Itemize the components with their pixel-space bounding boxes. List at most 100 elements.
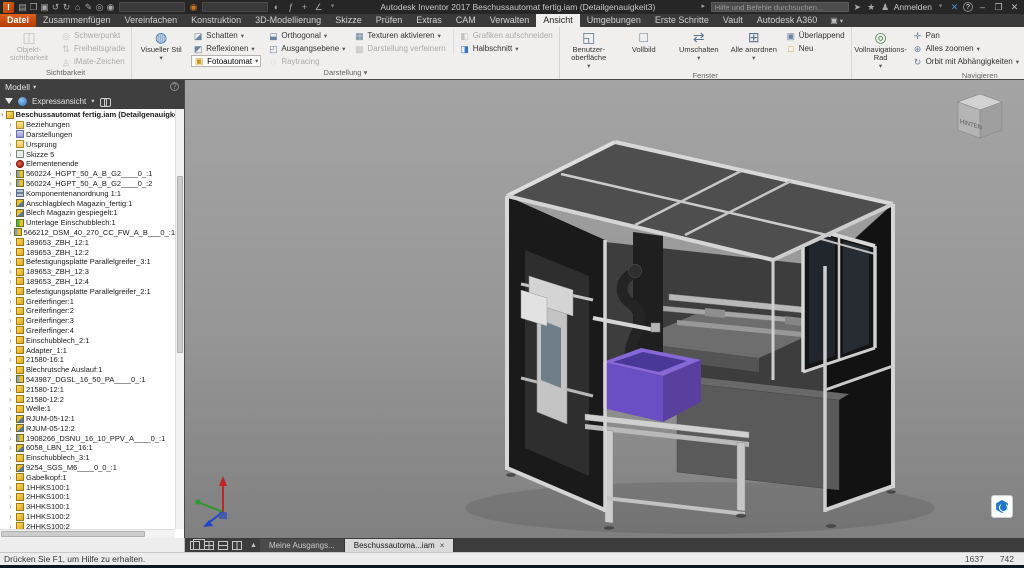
sketch-icon[interactable]: ✎	[83, 1, 94, 13]
orthogonal-button[interactable]: ⬓Orthogonal▾	[266, 29, 347, 42]
plus-icon[interactable]: +	[299, 1, 310, 13]
grafiken-aufschneiden-button[interactable]: ◧Grafiken aufschneiden	[458, 29, 555, 42]
expand-arrow-icon[interactable]: ›	[9, 492, 14, 501]
sign-in-caret-icon[interactable]: ▾	[935, 1, 946, 13]
save-icon[interactable]: ▣	[39, 1, 50, 13]
tab-ansicht[interactable]: Ansicht	[536, 14, 580, 27]
tree-node[interactable]: ›6058_LBN_12_16:1	[0, 443, 175, 453]
expand-arrow-icon[interactable]: ›	[9, 316, 14, 325]
tree-node[interactable]: ›Welle:1	[0, 404, 175, 414]
expand-arrow-icon[interactable]: ›	[9, 277, 14, 286]
machine-3d-model[interactable]: HINTEN	[185, 80, 1024, 538]
redo-icon[interactable]: ↻	[61, 1, 72, 13]
doc-tab-close-icon[interactable]: ×	[440, 541, 445, 550]
expand-arrow-icon[interactable]: ›	[9, 502, 14, 511]
expand-arrow-icon[interactable]: ›	[1, 110, 4, 119]
expand-arrow-icon[interactable]: ›	[9, 375, 14, 384]
tree-node-label[interactable]: Skizze 5	[26, 150, 54, 159]
tree-node-label[interactable]: Anschlagblech Magazin_fertig:1	[26, 199, 132, 208]
tree-node-label[interactable]: 1908266_DSNU_16_10_PPV_A____0_:1	[26, 434, 165, 443]
expand-arrow-icon[interactable]: ›	[9, 208, 14, 217]
tile-vertical-icon[interactable]	[232, 541, 242, 550]
tree-node[interactable]: ›2HHKS100:2	[0, 521, 175, 529]
tree-node-label[interactable]: Beziehungen	[26, 120, 70, 129]
tree-node-label[interactable]: Beschussautomat fertig.iam (Detailgenaui…	[16, 110, 175, 119]
close-button[interactable]: ✕	[1008, 2, 1021, 13]
tree-vertical-scrollbar[interactable]	[175, 109, 184, 529]
tree-node-label[interactable]: 21580-12:2	[26, 395, 64, 404]
expand-arrow-icon[interactable]: ›	[9, 120, 14, 129]
tree-node-label[interactable]: 189653_ZBH_12:4	[26, 277, 89, 286]
tree-node-label[interactable]: 2HHKS100:1	[26, 492, 70, 501]
tree-node[interactable]: ›Greiferfinger:4	[0, 326, 175, 336]
expand-arrow-icon[interactable]: ›	[9, 336, 14, 345]
adjust-icon[interactable]: ◐	[271, 1, 282, 13]
expand-arrow-icon[interactable]: ›	[9, 287, 14, 296]
express-view-button[interactable]: Expressansicht	[32, 97, 86, 106]
tile-horizontal-icon[interactable]	[218, 541, 228, 550]
expand-arrow-icon[interactable]: ›	[9, 306, 14, 315]
tree-node[interactable]: › Einschubblech_2:1	[0, 335, 175, 345]
measure-icon[interactable]: ∠	[313, 1, 324, 13]
tree-node-label[interactable]: Ursprung	[26, 140, 57, 149]
tree-node-label[interactable]: Einschubblech_2:1	[26, 336, 89, 345]
browser-title[interactable]: Modell	[5, 82, 30, 92]
group-label-darstellung[interactable]: Darstellung ▾	[132, 68, 559, 79]
tab-prüfen[interactable]: Prüfen	[369, 14, 410, 27]
color-wheel-icon[interactable]: ◉	[105, 1, 116, 13]
expand-arrow-icon[interactable]: ›	[9, 453, 14, 462]
tree-node[interactable]: ›189653_ZBH_12:1	[0, 237, 175, 247]
inventor-logo[interactable]: I	[3, 2, 14, 13]
tab-verwalten[interactable]: Verwalten	[483, 14, 537, 27]
reflexionen-button[interactable]: ◩Reflexionen▾	[191, 42, 261, 55]
tree-node-label[interactable]: Greiferfinger:4	[26, 326, 74, 335]
material-dropdown[interactable]	[119, 2, 185, 12]
tree-node-label[interactable]: 2HHKS100:2	[26, 522, 70, 529]
tree-node[interactable]: ›Adapter_1:1	[0, 345, 175, 355]
tree-node-label[interactable]: 1HHKS100:1	[26, 483, 70, 492]
expand-arrow-icon[interactable]: ›	[9, 355, 14, 364]
imate-zeichen-button[interactable]: ◬iMate-Zeichen	[59, 55, 127, 68]
tree-node[interactable]: ›Blechrutsche Auslauf:1	[0, 365, 175, 375]
tree-vscroll-thumb[interactable]	[177, 176, 183, 352]
expand-arrow-icon[interactable]: ›	[9, 199, 14, 208]
tree-node-label[interactable]: 189653_ZBH_12:1	[26, 238, 89, 247]
tab-zusammenfügen[interactable]: Zusammenfügen	[36, 14, 118, 27]
tree-node-label[interactable]: Darstellungen	[26, 130, 72, 139]
tab-cam[interactable]: CAM	[449, 14, 483, 27]
alles-zoomen-button[interactable]: ⊕Alles zoomen▾	[911, 42, 1021, 55]
tree-node-label[interactable]: Gabelkopf:1	[26, 473, 66, 482]
tree-node[interactable]: ›189653_ZBH_12:2	[0, 247, 175, 257]
tree-node-label[interactable]: 189653_ZBH_12:3	[26, 267, 89, 276]
help-icon[interactable]: ?	[963, 2, 973, 12]
tree-node-label[interactable]: 543987_DGSL_16_50_PA____0_:1	[26, 375, 146, 384]
alle-anordnen-button[interactable]: ⊞ Alle anordnen▾	[729, 29, 779, 63]
expand-arrow-icon[interactable]: ›	[9, 179, 14, 188]
tree-node[interactable]: › 3HHKS100:1	[0, 502, 175, 512]
tree-node[interactable]: ›Blech Magazin gespiegelt:1	[0, 208, 175, 218]
tree-node-label[interactable]: 3HHKS100:1	[26, 502, 70, 511]
expand-arrow-icon[interactable]: ›	[9, 483, 14, 492]
video-camera-icon[interactable]: ▣▾	[824, 14, 849, 27]
tree-node[interactable]: ›21580-16:1	[0, 355, 175, 365]
tab-extras[interactable]: Extras	[409, 14, 449, 27]
tree-node-label[interactable]: 560224_HGPT_50_A_B_G2____0_:1	[26, 169, 152, 178]
expand-arrow-icon[interactable]: ›	[9, 169, 14, 178]
tab-autodesk-a360[interactable]: Autodesk A360	[750, 14, 825, 27]
schatten-button[interactable]: ◪Schatten▾	[191, 29, 261, 42]
tree-node[interactable]: ›Greiferfinger:1	[0, 296, 175, 306]
tab-erste-schritte[interactable]: Erste Schritte	[648, 14, 716, 27]
tab-vault[interactable]: Vault	[716, 14, 750, 27]
tree-node[interactable]: ›566212_DSM_40_270_CC_FW_A_B___0_:1	[0, 228, 175, 238]
minimize-button[interactable]: –	[976, 2, 989, 12]
tree-node-label[interactable]: 560224_HGPT_50_A_B_G2____0_:2	[26, 179, 152, 188]
tree-node-label[interactable]: 9254_SGS_M6____0_0_:1	[26, 463, 117, 472]
qat-caret-icon[interactable]: ▾	[327, 1, 338, 13]
open-icon[interactable]: ❒	[28, 1, 39, 13]
tree-node[interactable]: ›21580-12:1	[0, 384, 175, 394]
expand-arrow-icon[interactable]: ›	[9, 414, 14, 423]
expand-arrow-icon[interactable]: ›	[9, 385, 14, 394]
tree-node-label[interactable]: 1HHKS100:2	[26, 512, 70, 521]
tab-umgebungen[interactable]: Umgebungen	[580, 14, 648, 27]
fotoautomat-combo[interactable]: ▣Fotoautomat▾	[191, 55, 261, 67]
